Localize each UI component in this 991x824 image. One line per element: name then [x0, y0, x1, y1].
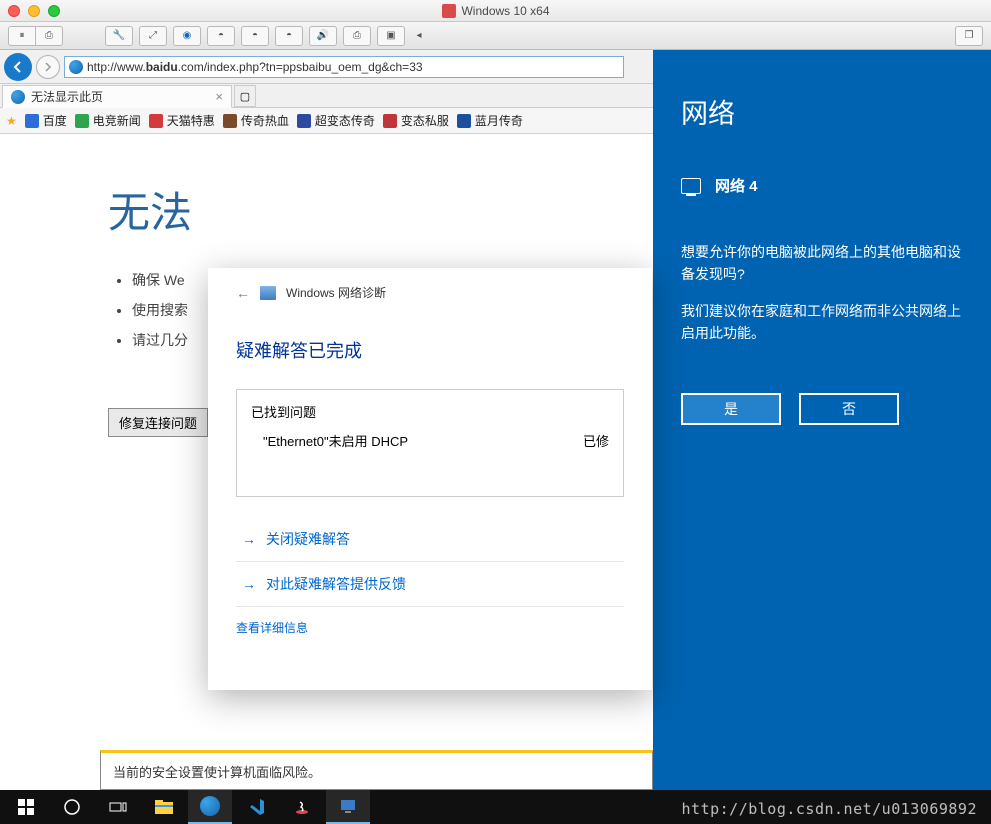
vm-pause-button[interactable]: ⏸ [8, 26, 36, 46]
ie-security-text: 当前的安全设置使计算机面临风险。 [113, 762, 321, 781]
vm-sound-button[interactable]: 🔊 [309, 26, 337, 46]
ie-new-tab-button[interactable]: ▢ [234, 85, 256, 107]
vm-disc-button-2[interactable]: ◓ [241, 26, 269, 46]
mac-titlebar: Windows 10 x64 [0, 0, 991, 22]
maximize-window-button[interactable] [48, 5, 60, 17]
vm-disc-button-1[interactable]: ◓ [207, 26, 235, 46]
dialog-title: 疑难解答已完成 [236, 337, 624, 363]
mac-toolbar: ⏸ ⎙ 🔧 ⤢ ◉ ◓ ◓ ◓ 🔊 ⎙ ▣ ◂ ❐ [0, 22, 991, 50]
dialog-view-details-link[interactable]: 查看详细信息 [236, 619, 624, 636]
dialog-icon [260, 286, 276, 300]
arrow-right-icon: → [242, 576, 256, 592]
vm-printer-button[interactable]: ⎙ [343, 26, 371, 46]
fav-item-tmall[interactable]: 天猫特惠 [149, 112, 215, 129]
vscode-button[interactable] [234, 790, 278, 824]
cortana-button[interactable] [50, 790, 94, 824]
vm-windows-button[interactable]: ❐ [955, 26, 983, 46]
network-no-button[interactable]: 否 [799, 393, 899, 425]
troubleshooter-button[interactable] [326, 790, 370, 824]
fav-item-bluemoon[interactable]: 蓝月传奇 [457, 112, 523, 129]
ie-address-bar[interactable]: http://www.baidu.com/index.php?tn=ppsbai… [64, 56, 624, 78]
ie-tab-icon [11, 90, 25, 104]
java-button[interactable] [280, 790, 324, 824]
window-title: Windows 10 x64 [441, 4, 549, 18]
fav-item-baidu[interactable]: 百度 [25, 112, 67, 129]
dialog-issue-text: "Ethernet0"未启用 DHCP [263, 431, 408, 450]
vm-overflow-button[interactable]: ◂ [411, 26, 427, 46]
arrow-right-icon: → [242, 531, 256, 547]
fav-item-legend1[interactable]: 传奇热血 [223, 112, 289, 129]
file-explorer-button[interactable] [142, 790, 186, 824]
dialog-issue-row: "Ethernet0"未启用 DHCP 已修 [251, 431, 609, 450]
ie-url-text: http://www.baidu.com/index.php?tn=ppsbai… [87, 60, 423, 74]
start-button[interactable] [4, 790, 48, 824]
fav-item-legend2[interactable]: 超变态传奇 [297, 112, 375, 129]
dialog-back-button[interactable]: ← [236, 285, 250, 301]
vm-display-button[interactable]: ▣ [377, 26, 405, 46]
vm-icon [441, 4, 455, 18]
fav-item-private[interactable]: 变态私服 [383, 112, 449, 129]
network-suggestion: 我们建议你在家庭和工作网络而非公共网络上启用此功能。 [681, 301, 963, 344]
vm-content-area: http://www.baidu.com/index.php?tn=ppsbai… [0, 50, 991, 824]
network-connection-row: 网络 4 [681, 175, 963, 196]
ie-back-button[interactable] [4, 53, 32, 81]
vm-snapshot-button[interactable]: ⎙ [35, 26, 63, 46]
dialog-give-feedback[interactable]: → 对此疑难解答提供反馈 [236, 562, 624, 607]
ie-error-heading: 无法 [108, 179, 653, 240]
watermark: http://blog.csdn.net/u013069892 [682, 800, 977, 818]
ie-fix-connection-button[interactable]: 修复连接问题 [108, 408, 208, 437]
vm-device-button[interactable]: ◉ [173, 26, 201, 46]
internet-explorer-button[interactable] [188, 790, 232, 824]
window-title-text: Windows 10 x64 [461, 4, 549, 18]
ie-security-warning: 当前的安全设置使计算机面临风险。 [100, 750, 653, 790]
close-window-button[interactable] [8, 5, 20, 17]
dialog-close-troubleshooter[interactable]: → 关闭疑难解答 [236, 517, 624, 562]
vm-settings-button[interactable]: 🔧 [105, 26, 133, 46]
ie-tab-active[interactable]: 无法显示此页 × [2, 85, 232, 108]
favorites-star-icon[interactable]: ★ [6, 114, 17, 128]
ie-taskbar-icon [200, 796, 220, 816]
minimize-window-button[interactable] [28, 5, 40, 17]
vm-fullscreen-button[interactable]: ⤢ [139, 26, 167, 46]
network-discovery-panel: 网络 网络 4 想要允许你的电脑被此网络上的其他电脑和设备发现吗? 我们建议你在… [653, 50, 991, 790]
dialog-issue-box: 已找到问题 "Ethernet0"未启用 DHCP 已修 [236, 389, 624, 497]
network-name: 网络 4 [715, 175, 758, 196]
network-heading: 网络 [681, 92, 963, 131]
network-question: 想要允许你的电脑被此网络上的其他电脑和设备发现吗? [681, 242, 963, 285]
network-yes-button[interactable]: 是 [681, 393, 781, 425]
network-troubleshooter-dialog: ← Windows 网络诊断 疑难解答已完成 已找到问题 "Ethernet0"… [208, 268, 652, 690]
ie-tab-title: 无法显示此页 [31, 88, 103, 105]
ie-tab-close-button[interactable]: × [215, 89, 223, 104]
traffic-lights [8, 5, 60, 17]
vm-disc-button-3[interactable]: ◓ [275, 26, 303, 46]
dialog-issue-status: 已修 [583, 431, 609, 450]
dialog-window-title: Windows 网络诊断 [286, 284, 386, 301]
ie-forward-button[interactable] [36, 55, 60, 79]
dialog-found-label: 已找到问题 [251, 402, 609, 421]
network-button-row: 是 否 [681, 393, 963, 425]
ie-icon [69, 60, 83, 74]
dialog-header: ← Windows 网络诊断 [236, 284, 624, 301]
fav-item-esports[interactable]: 电竞新闻 [75, 112, 141, 129]
task-view-button[interactable] [96, 790, 140, 824]
network-adapter-icon [681, 178, 701, 194]
